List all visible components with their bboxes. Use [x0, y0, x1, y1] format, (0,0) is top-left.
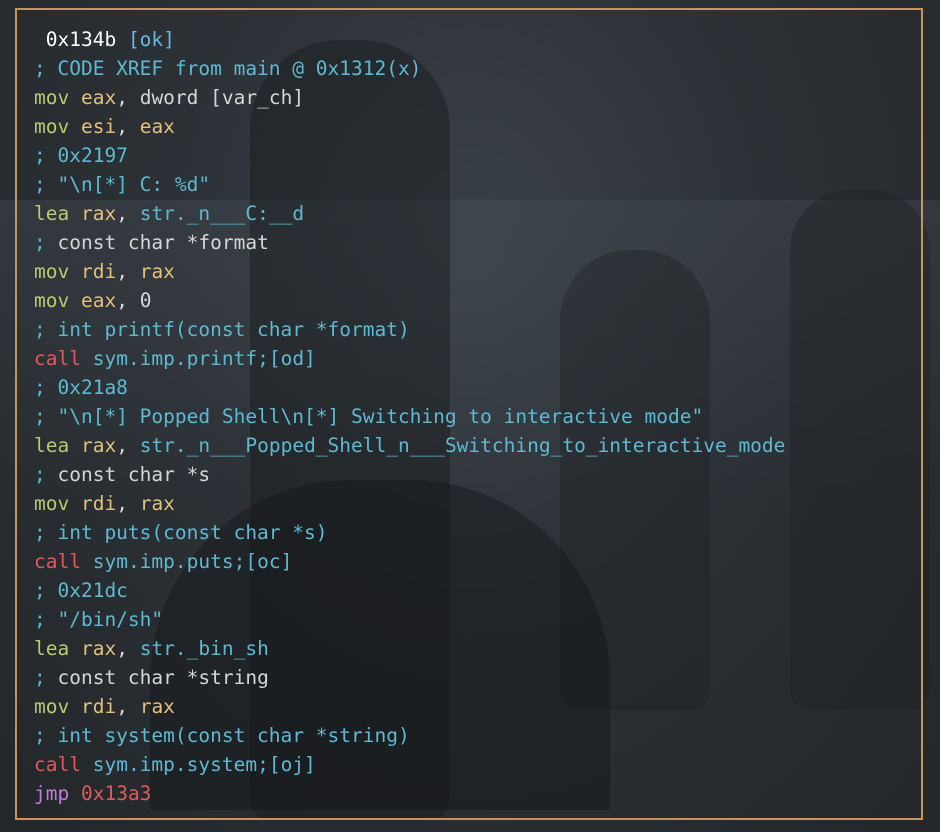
instruction-line[interactable]: lea rax, str._n___C:__d	[34, 199, 785, 228]
instruction-line[interactable]: mov rdi, rax	[34, 257, 785, 286]
instruction-line[interactable]: mov esi, eax	[34, 112, 785, 141]
comment-prefix: ;	[34, 666, 58, 689]
mnemonic: lea	[34, 637, 70, 660]
separator: ,	[116, 492, 140, 515]
instruction-line[interactable]: lea rax, str._bin_sh	[34, 634, 785, 663]
comment-line: ; const char *string	[34, 663, 785, 692]
comment-line: ; const char *s	[34, 460, 785, 489]
mnemonic: mov	[34, 492, 70, 515]
instruction-line[interactable]: jmp 0x13a3	[34, 779, 785, 808]
register: rax	[139, 492, 175, 515]
comment-line: ; "\n[*] C: %d"	[34, 173, 211, 196]
mnemonic: mov	[34, 695, 70, 718]
register: rax	[139, 695, 175, 718]
jump-hint[interactable]: ;[oj]	[257, 753, 316, 776]
xref-comment: ; CODE XREF from main @ 0x1312(x)	[34, 57, 422, 80]
comment-line: ; 0x21a8	[34, 376, 128, 399]
register: rax	[80, 202, 117, 225]
register: eax	[139, 115, 175, 138]
mnemonic: mov	[34, 260, 70, 283]
comment-line: ; "\n[*] Popped Shell\n[*] Switching to …	[34, 405, 704, 428]
mnemonic: lea	[34, 434, 70, 457]
mnemonic-jump: jmp	[34, 782, 70, 805]
separator: ,	[116, 434, 140, 457]
disassembly-block: 0x134b [ok] ; CODE XREF from main @ 0x13…	[34, 25, 785, 808]
symbol[interactable]: sym.imp.puts	[93, 550, 234, 573]
jump-target[interactable]: 0x13a3	[81, 782, 151, 805]
symbol[interactable]: str._bin_sh	[140, 637, 269, 660]
register: rax	[80, 637, 117, 660]
comment-line: ; const char *format	[34, 228, 785, 257]
separator: ,	[116, 695, 140, 718]
register: rax	[139, 260, 175, 283]
register: rax	[80, 434, 117, 457]
instruction-line[interactable]: call sym.imp.system;[oj]	[34, 750, 785, 779]
instruction-line[interactable]: mov rdi, rax	[34, 489, 785, 518]
jump-hint[interactable]: ;[oc]	[234, 550, 293, 573]
symbol[interactable]: str._n___C:__d	[140, 202, 304, 225]
register: esi	[80, 115, 117, 138]
separator: ,	[116, 202, 140, 225]
instruction-line[interactable]: mov eax, dword [var_ch]	[34, 83, 785, 112]
operand: , 0	[116, 289, 152, 312]
comment-text: const char *format	[57, 231, 269, 254]
register: rdi	[80, 492, 117, 515]
instruction-line[interactable]: mov rdi, rax	[34, 692, 785, 721]
comment-prefix: ;	[34, 231, 58, 254]
register: rdi	[80, 695, 117, 718]
block-header: 0x134b [ok]	[34, 25, 785, 54]
mnemonic: mov	[34, 86, 70, 109]
separator: ,	[116, 637, 140, 660]
instruction-line[interactable]: call sym.imp.puts;[oc]	[34, 547, 785, 576]
separator: ,	[116, 115, 140, 138]
mnemonic-call: call	[34, 347, 81, 370]
comment-line: ; int system(const char *string)	[34, 724, 410, 747]
block-status: [ok]	[127, 28, 175, 51]
symbol[interactable]: sym.imp.printf	[93, 347, 257, 370]
block-address: 0x134b	[34, 28, 117, 51]
comment-prefix: ;	[34, 463, 58, 486]
symbol[interactable]: str._n___Popped_Shell_n___Switching_to_i…	[140, 434, 786, 457]
register: eax	[80, 86, 117, 109]
comment-line: ; "/bin/sh"	[34, 608, 164, 631]
mnemonic: lea	[34, 202, 70, 225]
comment-line: ; 0x21dc	[34, 579, 128, 602]
comment-text: const char *s	[57, 463, 211, 486]
jump-hint[interactable]: ;[od]	[257, 347, 316, 370]
comment-line: ; 0x2197	[34, 144, 128, 167]
comment-line: ; int printf(const char *format)	[34, 318, 410, 341]
operand: , dword [var_ch]	[116, 86, 305, 109]
instruction-line[interactable]: call sym.imp.printf;[od]	[34, 344, 785, 373]
instruction-line[interactable]: mov eax, 0	[34, 286, 785, 315]
register: eax	[80, 289, 117, 312]
mnemonic-call: call	[34, 550, 81, 573]
instruction-line[interactable]: lea rax, str._n___Popped_Shell_n___Switc…	[34, 431, 785, 460]
mnemonic: mov	[34, 289, 70, 312]
comment-text: const char *string	[57, 666, 269, 689]
terminal-window: 0x134b [ok] ; CODE XREF from main @ 0x13…	[0, 0, 940, 832]
symbol[interactable]: sym.imp.system	[93, 753, 257, 776]
comment-line: ; int puts(const char *s)	[34, 521, 328, 544]
mnemonic-call: call	[34, 753, 81, 776]
register: rdi	[80, 260, 117, 283]
mnemonic: mov	[34, 115, 70, 138]
separator: ,	[116, 260, 140, 283]
